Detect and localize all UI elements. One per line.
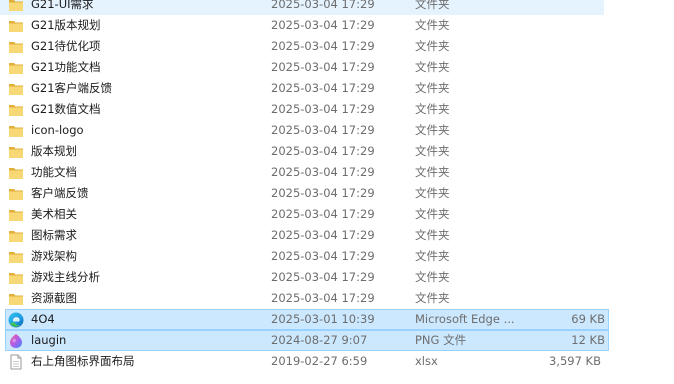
file-size: 69 KB — [571, 312, 605, 326]
file-type: PNG 文件 — [415, 333, 467, 347]
file-name: G21数值文档 — [31, 102, 101, 116]
list-item[interactable]: 美术相关 2025-03-04 17:29 文件夹 — [0, 204, 674, 225]
file-name: G21版本规划 — [31, 18, 101, 32]
file-type: 文件夹 — [415, 81, 450, 95]
file-size: 3,597 KB — [548, 354, 601, 368]
file-name: 游戏主线分析 — [31, 270, 100, 284]
file-name: G21功能文档 — [31, 60, 101, 74]
png-icon — [8, 334, 24, 348]
list-item[interactable]: G21-UI需求 2025-03-04 17:29 文件夹 — [0, 0, 604, 15]
file-date: 2025-03-04 17:29 — [271, 81, 375, 95]
folder-icon — [8, 0, 24, 12]
file-date: 2019-02-27 6:59 — [271, 354, 368, 368]
file-date: 2025-03-04 17:29 — [271, 18, 375, 32]
folder-icon — [8, 124, 24, 138]
list-item[interactable]: 版本规划 2025-03-04 17:29 文件夹 — [0, 141, 674, 162]
file-type: Microsoft Edge ... — [415, 312, 515, 326]
file-date: 2025-03-04 17:29 — [271, 270, 375, 284]
file-name: laugin — [31, 333, 67, 347]
file-size: 12 KB — [571, 333, 605, 347]
list-item[interactable]: G21待优化项 2025-03-04 17:29 文件夹 — [0, 36, 674, 57]
file-name: 功能文档 — [31, 165, 77, 179]
list-item[interactable]: G21功能文档 2025-03-04 17:29 文件夹 — [0, 57, 674, 78]
list-item[interactable]: G21版本规划 2025-03-04 17:29 文件夹 — [0, 15, 674, 36]
file-name: 图标需求 — [31, 228, 77, 242]
file-type: 文件夹 — [415, 249, 450, 263]
file-type: 文件夹 — [415, 60, 450, 74]
folder-icon — [8, 166, 24, 180]
file-type: 文件夹 — [415, 207, 450, 221]
file-type: 文件夹 — [415, 39, 450, 53]
folder-icon — [8, 229, 24, 243]
file-type: 文件夹 — [415, 270, 450, 284]
list-item[interactable]: icon-logo 2025-03-04 17:29 文件夹 — [0, 120, 674, 141]
file-date: 2025-03-04 17:29 — [271, 123, 375, 137]
file-date: 2025-03-04 17:29 — [271, 228, 375, 242]
list-item[interactable]: 图标需求 2025-03-04 17:29 文件夹 — [0, 225, 674, 246]
folder-icon — [8, 19, 24, 33]
file-type: 文件夹 — [415, 123, 450, 137]
file-name: G21-UI需求 — [31, 0, 94, 11]
file-date: 2025-03-04 17:29 — [271, 0, 375, 11]
list-item[interactable]: 游戏主线分析 2025-03-04 17:29 文件夹 — [0, 267, 674, 288]
file-type: xlsx — [415, 354, 438, 368]
list-item[interactable]: 右上角图标界面布局 2019-02-27 6:59 xlsx 3,597 KB — [0, 351, 674, 372]
file-date: 2025-03-01 10:39 — [271, 312, 375, 326]
folder-icon — [8, 187, 24, 201]
folder-icon — [8, 61, 24, 75]
file-name: G21待优化项 — [31, 39, 101, 53]
list-item[interactable]: 游戏架构 2025-03-04 17:29 文件夹 — [0, 246, 674, 267]
file-name: 游戏架构 — [31, 249, 77, 263]
file-date: 2025-03-04 17:29 — [271, 60, 375, 74]
folder-icon — [8, 208, 24, 222]
file-date: 2025-03-04 17:29 — [271, 249, 375, 263]
file-list: G21-UI需求 2025-03-04 17:29 文件夹 G21版本规划 20… — [0, 0, 674, 372]
list-item[interactable]: 客户端反馈 2025-03-04 17:29 文件夹 — [0, 183, 674, 204]
folder-icon — [8, 250, 24, 264]
folder-icon — [8, 103, 24, 117]
folder-icon — [8, 40, 24, 54]
file-date: 2025-03-04 17:29 — [271, 144, 375, 158]
folder-icon — [8, 82, 24, 96]
file-type: 文件夹 — [415, 186, 450, 200]
file-type: 文件夹 — [415, 291, 450, 305]
file-type: 文件夹 — [415, 102, 450, 116]
file-name: 4O4 — [31, 312, 55, 326]
file-name: 客户端反馈 — [31, 186, 89, 200]
file-name: 版本规划 — [31, 144, 77, 158]
file-type: 文件夹 — [415, 228, 450, 242]
list-item[interactable]: laugin 2024-08-27 9:07 PNG 文件 12 KB — [5, 330, 609, 351]
folder-icon — [8, 145, 24, 159]
folder-icon — [8, 292, 24, 306]
file-date: 2025-03-04 17:29 — [271, 186, 375, 200]
file-date: 2025-03-04 17:29 — [271, 207, 375, 221]
file-name: 右上角图标界面布局 — [31, 354, 135, 368]
list-item[interactable]: 功能文档 2025-03-04 17:29 文件夹 — [0, 162, 674, 183]
xlsx-icon — [8, 354, 24, 370]
file-name: 美术相关 — [31, 207, 77, 221]
edge-icon — [8, 312, 24, 328]
file-date: 2025-03-04 17:29 — [271, 39, 375, 53]
file-type: 文件夹 — [415, 144, 450, 158]
file-name: icon-logo — [31, 123, 84, 137]
list-item[interactable]: G21数值文档 2025-03-04 17:29 文件夹 — [0, 99, 674, 120]
list-item[interactable]: 资源截图 2025-03-04 17:29 文件夹 — [0, 288, 674, 309]
file-date: 2025-03-04 17:29 — [271, 102, 375, 116]
list-item[interactable]: 4O4 2025-03-01 10:39 Microsoft Edge ... … — [5, 309, 609, 330]
file-name: G21客户端反馈 — [31, 81, 113, 95]
file-date: 2025-03-04 17:29 — [271, 165, 375, 179]
file-type: 文件夹 — [415, 165, 450, 179]
file-type: 文件夹 — [415, 18, 450, 32]
folder-icon — [8, 271, 24, 285]
file-name: 资源截图 — [31, 291, 77, 305]
file-type: 文件夹 — [415, 0, 450, 11]
file-date: 2024-08-27 9:07 — [271, 333, 368, 347]
file-date: 2025-03-04 17:29 — [271, 291, 375, 305]
list-item[interactable]: G21客户端反馈 2025-03-04 17:29 文件夹 — [0, 78, 674, 99]
